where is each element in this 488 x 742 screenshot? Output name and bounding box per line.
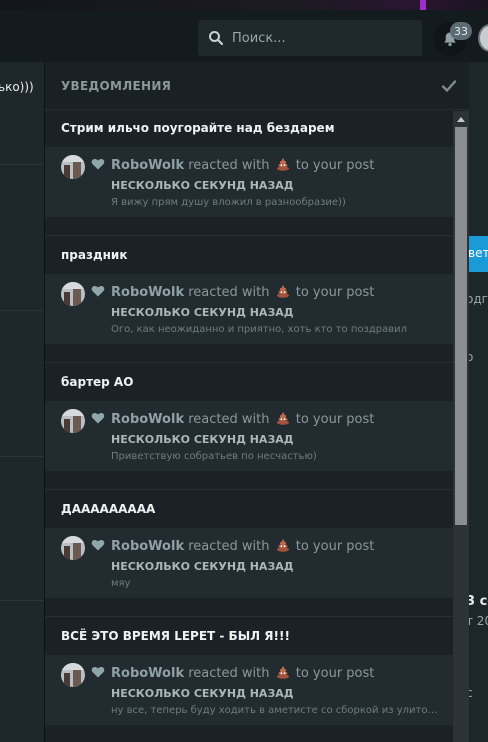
search-input[interactable] [232,30,412,46]
action-text: reacted with [188,285,270,300]
notification-group: ВСЁ ЭТО ВРЕМЯ LEPET - БЫЛ Я!!! RoboWolk … [45,619,453,742]
action-text: reacted with [188,412,270,427]
notification-group: праздник RoboWolk reacted with to your p… [45,238,453,365]
notification-text: RoboWolk reacted with to your post [111,665,374,681]
heart-icon [91,412,105,424]
action-text: to your post [295,539,375,554]
avatar[interactable] [61,282,85,306]
action-text: to your post [295,285,375,300]
poop-emoji-icon [276,158,289,171]
heart-icon [91,158,105,170]
divider [0,600,44,601]
banner-strip [0,0,488,10]
thread-title[interactable]: ВСЁ ЭТО ВРЕМЯ LEPET - БЫЛ Я!!! [45,619,453,655]
right-snippet-text: о [466,350,474,364]
notification-item[interactable]: RoboWolk reacted with to your post НЕСКО… [45,528,453,598]
notifications-panel: УВЕДОМЛЕНИЯ Стрим ильчо поугорайте над б… [44,62,469,742]
notification-text: RoboWolk reacted with to your post [111,538,374,554]
post-excerpt: Ого, как неожиданно и приятно, хоть кто … [111,324,408,335]
heart-icon [91,539,105,551]
username-link[interactable]: RoboWolk [111,158,184,173]
timestamp: НЕСКОЛЬКО СЕКУНД НАЗАД [111,306,294,319]
right-snippet-text: т 20 [466,614,488,628]
avatar[interactable] [61,663,85,687]
divider [0,456,44,457]
post-excerpt: ну все, теперь буду ходить в аметисте со… [111,705,441,716]
poop-emoji-icon [276,539,289,552]
timestamp: НЕСКОЛЬКО СЕКУНД НАЗАД [111,433,294,446]
username-link[interactable]: RoboWolk [111,285,184,300]
notification-group: бартер АО RoboWolk reacted with to your … [45,365,453,492]
poop-emoji-icon [276,666,289,679]
scroll-up-arrow-icon[interactable] [453,111,469,127]
notification-text: RoboWolk reacted with to your post [111,411,374,427]
action-text: reacted with [188,666,270,681]
post-excerpt: Я вижу прям душу вложил в разнообразие)) [111,197,346,208]
username-link[interactable]: RoboWolk [111,412,184,427]
notification-list[interactable]: Стрим ильчо поугорайте над бездарем Robo… [45,111,453,742]
thread-title[interactable]: ДААААААААА [45,492,453,528]
panel-header: УВЕДОМЛЕНИЯ [45,62,469,110]
check-icon[interactable] [441,78,457,94]
right-snippet-text: 3 со [466,594,488,609]
avatar[interactable] [61,409,85,433]
notification-item[interactable]: RoboWolk reacted with to your post НЕСКО… [45,655,453,725]
post-excerpt: Приветствую собратьев по несчастью) [111,451,317,462]
panel-title: УВЕДОМЛЕНИЯ [61,78,172,93]
poop-emoji-icon [276,412,289,425]
notification-count-badge: 33 [450,22,472,40]
divider [45,362,453,363]
divider [0,310,44,311]
notification-item[interactable]: RoboWolk reacted with to your post НЕСКО… [45,274,453,344]
divider [0,164,44,165]
scrollbar-thumb[interactable] [455,127,467,525]
divider [45,235,453,236]
notification-group: ДААААААААА RoboWolk reacted with to your… [45,492,453,619]
tab-button[interactable]: вети [468,236,488,272]
heart-icon [91,666,105,678]
heart-icon [91,285,105,297]
divider [45,616,453,617]
accent-mark [420,0,426,10]
scrollbar[interactable] [453,111,469,742]
poop-emoji-icon [276,285,289,298]
timestamp: НЕСКОЛЬКО СЕКУНД НАЗАД [111,560,294,573]
thread-title[interactable]: Стрим ильчо поугорайте над бездарем [45,111,453,147]
post-excerpt: мяу [111,578,131,589]
action-text: reacted with [188,539,270,554]
thread-title[interactable]: праздник [45,238,453,274]
right-content-column [468,62,488,742]
notification-text: RoboWolk reacted with to your post [111,157,374,173]
username-link[interactable]: RoboWolk [111,666,184,681]
notification-text: RoboWolk reacted with to your post [111,284,374,300]
right-snippet-text: одгр [466,292,488,306]
notification-item[interactable]: RoboWolk reacted with to your post НЕСКО… [45,401,453,471]
action-text: reacted with [188,158,270,173]
action-text: to your post [295,412,375,427]
notification-item[interactable]: RoboWolk reacted with to your post НЕСКО… [45,147,453,217]
avatar[interactable] [61,536,85,560]
search-box[interactable] [198,20,422,56]
action-text: to your post [295,666,375,681]
notification-group: Стрим ильчо поугорайте над бездарем Robo… [45,111,453,238]
search-icon [208,30,224,46]
divider [45,489,453,490]
username-link[interactable]: RoboWolk [111,539,184,554]
timestamp: НЕСКОЛЬКО СЕКУНД НАЗАД [111,179,294,192]
action-text: to your post [295,158,375,173]
left-snippet-text: ько))) [0,80,34,94]
right-snippet-text: с [466,686,473,700]
thread-title[interactable]: бартер АО [45,365,453,401]
timestamp: НЕСКОЛЬКО СЕКУНД НАЗАД [111,687,294,700]
avatar[interactable] [61,155,85,179]
